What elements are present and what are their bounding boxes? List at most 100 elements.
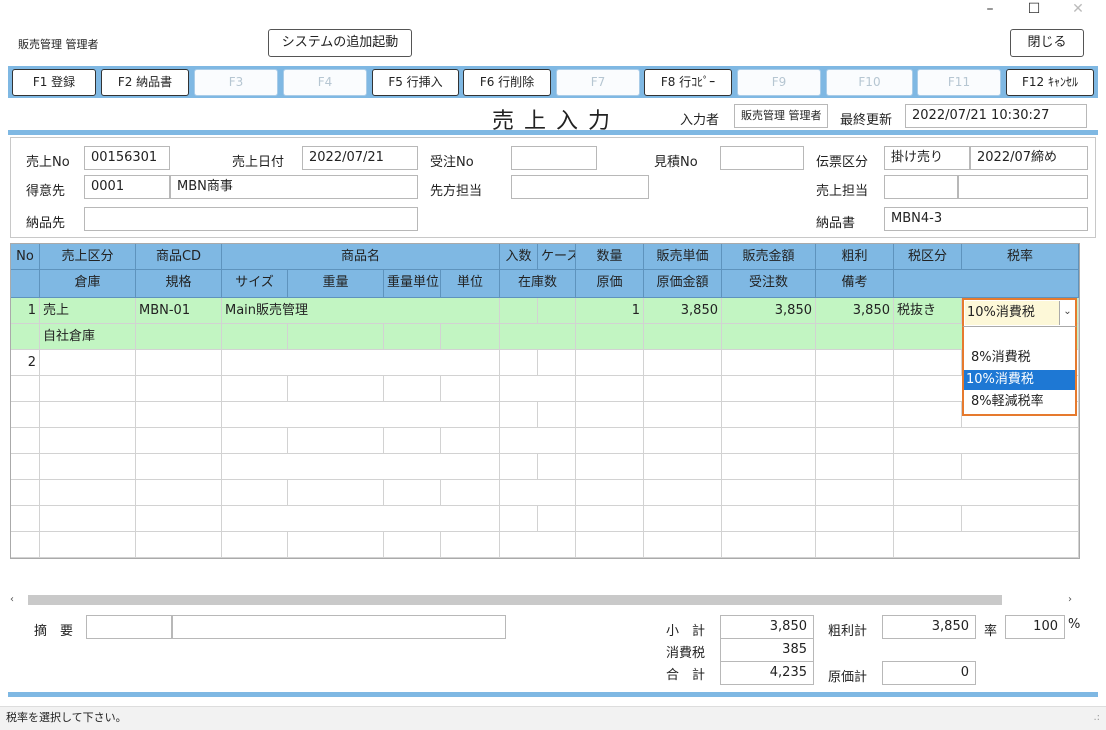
f12-cancel-button[interactable]: F12 ｷｬﾝｾﾙ (1006, 69, 1094, 96)
row1-code[interactable]: MBN-01 (136, 298, 222, 324)
f5-insert-row-button[interactable]: F5 行挿入 (372, 69, 459, 96)
grid-empty-cell[interactable] (894, 402, 962, 428)
tax-option-10[interactable]: 10%消費税 (964, 370, 1075, 390)
grid-empty-cell[interactable] (538, 506, 576, 532)
grid-empty-cell[interactable] (11, 376, 40, 402)
grid-empty-cell[interactable] (538, 350, 576, 376)
grid-empty-cell[interactable] (962, 454, 1079, 480)
memo-field[interactable] (172, 615, 506, 639)
row1-weight-unit[interactable] (384, 324, 441, 350)
grid-empty-cell[interactable] (644, 428, 722, 454)
row1-cost[interactable] (576, 324, 644, 350)
grid-empty-cell[interactable] (384, 376, 441, 402)
ship-to-field[interactable] (84, 207, 418, 231)
grid-empty-cell[interactable] (222, 428, 288, 454)
add-system-button[interactable]: システムの追加起動 (268, 29, 412, 57)
grid-empty-cell[interactable] (894, 532, 1079, 558)
grid-empty-cell[interactable] (222, 480, 288, 506)
grid-empty-cell[interactable] (136, 402, 222, 428)
grid-empty-cell[interactable] (894, 428, 1079, 454)
grid-empty-cell[interactable] (576, 506, 644, 532)
sale-date-field[interactable]: 2022/07/21 (302, 146, 418, 170)
grid-empty-cell[interactable] (288, 480, 384, 506)
grid-empty-cell[interactable] (816, 428, 894, 454)
grid-empty-cell[interactable] (222, 376, 288, 402)
grid-empty-cell[interactable] (500, 480, 576, 506)
grid-empty-cell[interactable] (11, 428, 40, 454)
f1-register-button[interactable]: F1 登録 (12, 69, 96, 96)
chevron-down-icon[interactable]: ⌄ (1059, 301, 1075, 325)
grid-empty-cell[interactable] (136, 376, 222, 402)
tax-option-8[interactable]: 8%消費税 (964, 348, 1075, 368)
grid-empty-cell[interactable] (136, 454, 222, 480)
grid-empty-cell[interactable] (816, 480, 894, 506)
grid-empty-cell[interactable] (722, 532, 816, 558)
row1-pack[interactable] (500, 298, 538, 324)
memo-code-field[interactable] (86, 615, 172, 639)
customer-code-field[interactable]: 0001 (84, 175, 170, 199)
grid-empty-cell[interactable] (576, 532, 644, 558)
grid-empty-cell[interactable] (500, 532, 576, 558)
grid-empty-cell[interactable] (894, 480, 1079, 506)
customer-name-field[interactable]: MBN商事 (170, 175, 418, 199)
row1-qty[interactable]: 1 (576, 298, 644, 324)
maximize-icon[interactable]: ☐ (1016, 0, 1052, 22)
row1-tax-type[interactable]: 税抜き (894, 298, 962, 324)
order-no-field[interactable] (511, 146, 597, 170)
f11-button[interactable]: F11 (917, 69, 1001, 96)
grid-empty-cell[interactable] (894, 506, 962, 532)
quote-no-field[interactable] (720, 146, 804, 170)
grid-empty-cell[interactable] (894, 350, 962, 376)
grid-empty-cell[interactable] (40, 506, 136, 532)
row1-weight[interactable] (288, 324, 384, 350)
f3-button[interactable]: F3 (194, 69, 278, 96)
grid-empty-cell[interactable] (816, 350, 894, 376)
grid-empty-cell[interactable] (40, 454, 136, 480)
grid-empty-cell[interactable] (644, 402, 722, 428)
grid-empty-cell[interactable] (288, 428, 384, 454)
grid-empty-cell[interactable] (384, 480, 441, 506)
f4-button[interactable]: F4 (283, 69, 367, 96)
grid-empty-cell[interactable] (644, 506, 722, 532)
grid-empty-cell[interactable] (576, 480, 644, 506)
grid-empty-cell[interactable] (500, 402, 538, 428)
grid-empty-cell[interactable] (500, 454, 538, 480)
row1-unit[interactable] (441, 324, 500, 350)
grid-empty-cell[interactable] (816, 454, 894, 480)
grid-empty-cell[interactable] (136, 428, 222, 454)
grid-empty-cell[interactable] (722, 454, 816, 480)
row1-name[interactable]: Main販売管理 (222, 298, 500, 324)
grid-empty-cell[interactable] (288, 532, 384, 558)
grid-empty-cell[interactable] (576, 376, 644, 402)
row1-type[interactable]: 売上 (40, 298, 136, 324)
grid-empty-cell[interactable] (500, 428, 576, 454)
row1-profit[interactable]: 3,850 (816, 298, 894, 324)
row1-price[interactable]: 3,850 (644, 298, 722, 324)
grid-empty-cell[interactable] (11, 480, 40, 506)
grid-empty-cell[interactable] (384, 428, 441, 454)
f8-copy-row-button[interactable]: F8 行ｺﾋﾟｰ (644, 69, 732, 96)
minimize-icon[interactable]: – (972, 0, 1008, 22)
grid-empty-cell[interactable] (500, 376, 576, 402)
grid-empty-cell[interactable] (136, 506, 222, 532)
grid-empty-cell[interactable] (222, 532, 288, 558)
grid-empty-cell[interactable] (722, 428, 816, 454)
grid-empty-cell[interactable] (441, 532, 500, 558)
f9-button[interactable]: F9 (737, 69, 821, 96)
grid-empty-cell[interactable] (222, 506, 500, 532)
grid-empty-cell[interactable] (40, 350, 136, 376)
grid-empty-cell[interactable] (500, 350, 538, 376)
grid-empty-cell[interactable] (222, 350, 500, 376)
grid-empty-cell[interactable] (962, 506, 1079, 532)
grid-empty-cell[interactable] (441, 376, 500, 402)
grid-empty-cell[interactable] (538, 402, 576, 428)
scroll-left-icon[interactable]: ‹ (10, 591, 24, 609)
grid-empty-cell[interactable] (644, 350, 722, 376)
tax-option-8-reduced[interactable]: 8%軽減税率 (964, 392, 1075, 412)
grid-empty-cell[interactable] (222, 454, 500, 480)
grid-empty-cell[interactable] (816, 376, 894, 402)
grid-empty-cell[interactable] (136, 480, 222, 506)
grid-empty-cell[interactable]: 2 (11, 350, 40, 376)
grid-empty-cell[interactable] (816, 402, 894, 428)
slip-type-field[interactable]: 掛け売り (884, 146, 970, 170)
